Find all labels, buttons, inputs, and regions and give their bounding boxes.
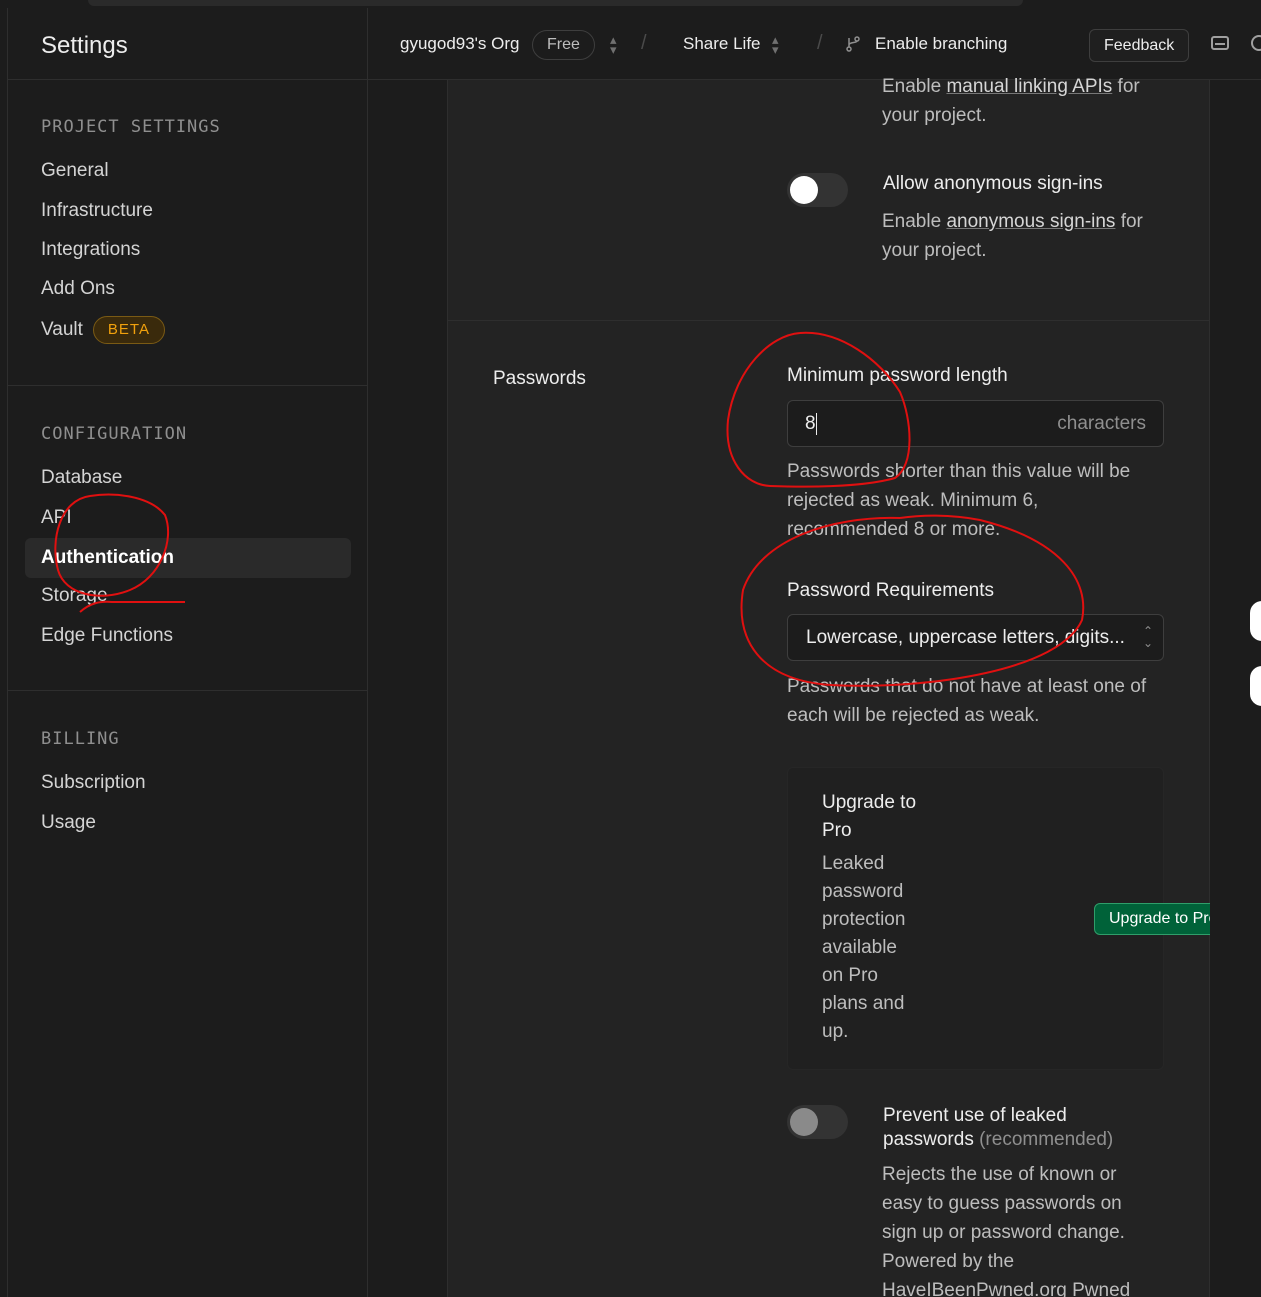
manual-linking-link[interactable]: manual linking APIs: [946, 76, 1112, 97]
manual-linking-description: Enable manual linking APIs for your proje…: [882, 76, 1140, 126]
anonymous-signins-toggle[interactable]: [787, 173, 848, 207]
anonymous-signins-label: Allow anonymous sign-ins: [883, 173, 1103, 194]
help-icon[interactable]: [1251, 35, 1261, 51]
sidebar-item-authentication[interactable]: Authentication: [25, 538, 351, 578]
sidebar-item-database[interactable]: Database: [41, 463, 122, 493]
toggle-knob: [790, 1108, 818, 1136]
sidebar-item-edge-functions[interactable]: Edge Functions: [41, 621, 173, 651]
sidebar-item-label: Vault: [41, 319, 83, 340]
sidebar-item-api[interactable]: API: [41, 503, 72, 533]
divider: [8, 385, 368, 386]
divider: [448, 320, 1209, 321]
upgrade-title: Upgrade to Pro: [822, 792, 917, 841]
browser-chrome: [0, 0, 1261, 8]
upgrade-button-clip: Upgrade to Pro: [1094, 903, 1210, 935]
recommended-note: (recommended): [979, 1129, 1114, 1150]
leaked-passwords-label: Prevent use of leaked passwords (recommen…: [883, 1105, 1114, 1150]
anonymous-signins-description: Enable anonymous sign-ins for your projec…: [882, 211, 1143, 261]
sidebar-item-vault[interactable]: Vault BETA: [41, 315, 165, 345]
sidebar-item-add-ons[interactable]: Add Ons: [41, 274, 115, 304]
password-requirements-select[interactable]: Lowercase, uppercase letters, digits... …: [787, 614, 1164, 661]
beta-badge: BETA: [92, 315, 165, 344]
min-password-length-help: Passwords shorter than this value will b…: [787, 461, 1131, 540]
sidebar-item-general[interactable]: General: [41, 156, 109, 186]
org-switcher-chevron-icon[interactable]: ▴ ▾: [610, 33, 617, 56]
password-requirements-label: Password Requirements: [787, 580, 994, 601]
input-value: 8: [805, 413, 816, 434]
anonymous-signins-link[interactable]: anonymous sign-ins: [946, 211, 1115, 232]
plan-badge: Free: [532, 30, 595, 60]
sidebar-title: Settings: [41, 32, 128, 59]
min-password-length-input[interactable]: 8 characters: [787, 400, 1164, 447]
inbox-icon[interactable]: [1211, 36, 1229, 50]
project-name[interactable]: Share Life: [683, 34, 761, 54]
floating-action-edge[interactable]: [1250, 601, 1261, 641]
sidebar-item-storage[interactable]: Storage: [41, 581, 108, 611]
upgrade-to-pro-button[interactable]: Upgrade to Pro: [1094, 903, 1210, 935]
tab-strip: [88, 0, 1023, 6]
breadcrumb-separator: /: [817, 32, 823, 54]
divider: [8, 79, 368, 80]
leaked-passwords-description: Rejects the use of known or easy to guess…: [882, 1164, 1131, 1297]
sidebar-item-usage[interactable]: Usage: [41, 808, 96, 838]
toggle-knob: [790, 176, 818, 204]
select-value: Lowercase, uppercase letters, digits...: [806, 627, 1125, 648]
enable-branching-button[interactable]: Enable branching: [875, 34, 1007, 54]
section-heading-project-settings: PROJECT SETTINGS: [41, 117, 221, 137]
chevron-up-down-icon: ⌃ ⌄: [1142, 624, 1153, 650]
section-heading-configuration: CONFIGURATION: [41, 424, 188, 444]
breadcrumb-separator: /: [641, 32, 647, 54]
text-caret: [816, 413, 817, 435]
floating-action-edge[interactable]: [1250, 666, 1261, 706]
input-suffix: characters: [1057, 413, 1146, 434]
passwords-section-title: Passwords: [493, 368, 586, 389]
feedback-button[interactable]: Feedback: [1089, 29, 1190, 62]
min-password-length-label: Minimum password length: [787, 365, 1008, 386]
password-requirements-help: Passwords that do not have at least one …: [787, 676, 1147, 726]
section-heading-billing: BILLING: [41, 729, 120, 749]
sidebar-item-integrations[interactable]: Integrations: [41, 235, 140, 265]
top-bar: gyugod93's Org Free ▴ ▾ / Share Life ▴ ▾ /…: [368, 8, 1261, 80]
git-branch-icon: [846, 36, 860, 52]
sidebar-item-infrastructure[interactable]: Infrastructure: [41, 196, 153, 226]
divider: [8, 690, 368, 691]
org-name[interactable]: gyugod93's Org: [400, 34, 520, 54]
leaked-passwords-toggle[interactable]: [787, 1105, 848, 1139]
settings-sidebar: Settings PROJECT SETTINGS General Infras…: [7, 8, 368, 1297]
upgrade-description: Leaked password protection available on …: [822, 853, 906, 1042]
project-switcher-chevron-icon[interactable]: ▴ ▾: [772, 33, 779, 56]
sidebar-item-subscription[interactable]: Subscription: [41, 768, 146, 798]
